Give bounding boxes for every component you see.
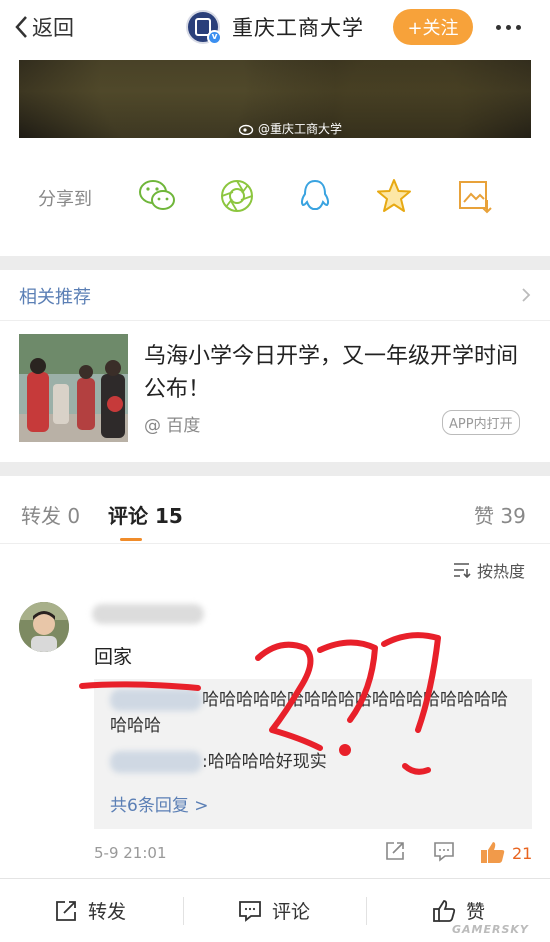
related-header[interactable]: 相关推荐 xyxy=(19,283,91,309)
divider xyxy=(183,897,184,925)
reply-author-blurred xyxy=(110,751,202,773)
sort-icon xyxy=(454,563,471,578)
verified-badge-icon: v xyxy=(207,30,222,45)
related-recommend-card: 相关推荐 乌海小学今日开学，又一年级开学时间公布！ @ 百度 APP内打开 xyxy=(0,270,550,462)
related-title[interactable]: 乌海小学今日开学，又一年级开学时间公布！ xyxy=(144,340,534,406)
share-row: 分享到 xyxy=(0,156,550,256)
back-label: 返回 xyxy=(32,16,74,40)
bottom-comment-button[interactable]: 评论 xyxy=(238,897,310,924)
open-in-app-badge[interactable]: APP内打开 xyxy=(442,410,520,435)
image-watermark: @重庆工商大学 xyxy=(239,120,342,137)
repost-icon[interactable] xyxy=(384,840,406,862)
post-media-section: @重庆工商大学 xyxy=(0,56,550,156)
view-all-replies-link[interactable]: 共6条回复 > xyxy=(110,791,208,816)
qq-icon[interactable] xyxy=(295,176,335,216)
divider xyxy=(0,320,550,321)
repost-icon xyxy=(56,900,76,921)
account-header[interactable]: v 重庆工商大学 xyxy=(186,10,364,45)
comment-like-count: 21 xyxy=(512,844,533,863)
interaction-tabs: 转发 0 评论 15 赞 39 xyxy=(0,476,550,544)
reply-item: 哈哈哈哈哈哈哈哈哈哈哈哈哈哈哈哈哈哈哈哈哈 xyxy=(110,689,508,736)
top-nav-bar: 返回 v 重庆工商大学 +关注 xyxy=(0,0,550,56)
reply-author-blurred xyxy=(110,689,202,711)
back-button[interactable]: 返回 xyxy=(14,12,74,42)
related-source: @ 百度 xyxy=(144,416,201,436)
reply-preview-box[interactable]: 哈哈哈哈哈哈哈哈哈哈哈哈哈哈哈哈哈哈哈哈哈 :哈哈哈哈好现实 共6条回复 > xyxy=(94,679,532,829)
comment-time: 5-9 21:01 xyxy=(94,844,167,862)
related-thumbnail[interactable] xyxy=(19,334,128,442)
tab-comments[interactable]: 评论 15 xyxy=(108,500,183,529)
follow-button[interactable]: +关注 xyxy=(393,9,473,45)
wechat-icon[interactable] xyxy=(137,176,177,216)
tab-repost[interactable]: 转发 0 xyxy=(21,500,80,529)
bottom-repost-button[interactable]: 转发 xyxy=(54,897,126,924)
bottom-action-bar: 转发 评论 赞 GAMERSKY xyxy=(0,878,550,942)
account-name: 重庆工商大学 xyxy=(232,16,364,40)
comment-icon[interactable] xyxy=(433,840,455,862)
comment-text: 回家 xyxy=(94,646,133,668)
weibo-logo-icon xyxy=(239,124,254,135)
divider xyxy=(366,897,367,925)
like-icon xyxy=(433,899,456,922)
save-image-icon[interactable] xyxy=(455,176,495,216)
comments-list: 按热度 回家 哈哈哈哈哈哈哈哈哈哈哈哈哈哈哈哈哈哈哈哈哈 :哈哈哈哈好现实 共6… xyxy=(0,544,550,878)
favorite-icon[interactable] xyxy=(374,176,414,216)
tab-likes[interactable]: 赞 39 xyxy=(474,500,526,529)
like-icon[interactable] xyxy=(480,840,506,864)
chevron-right-icon[interactable] xyxy=(521,287,531,303)
reply-item: :哈哈哈哈好现实 xyxy=(110,749,327,775)
chevron-left-icon xyxy=(15,16,27,38)
more-menu-icon[interactable] xyxy=(496,25,521,30)
commenter-avatar[interactable] xyxy=(19,602,69,652)
active-tab-indicator xyxy=(120,538,142,541)
bottom-like-button[interactable]: 赞 xyxy=(432,897,485,924)
comment-icon xyxy=(239,900,261,922)
post-image[interactable]: @重庆工商大学 xyxy=(19,60,531,138)
moments-icon[interactable] xyxy=(217,176,257,216)
share-label: 分享到 xyxy=(38,189,92,210)
commenter-name-blurred[interactable] xyxy=(92,604,204,624)
account-avatar[interactable]: v xyxy=(186,10,222,45)
sort-button[interactable]: 按热度 xyxy=(453,558,525,582)
source-watermark: GAMERSKY xyxy=(452,923,529,936)
